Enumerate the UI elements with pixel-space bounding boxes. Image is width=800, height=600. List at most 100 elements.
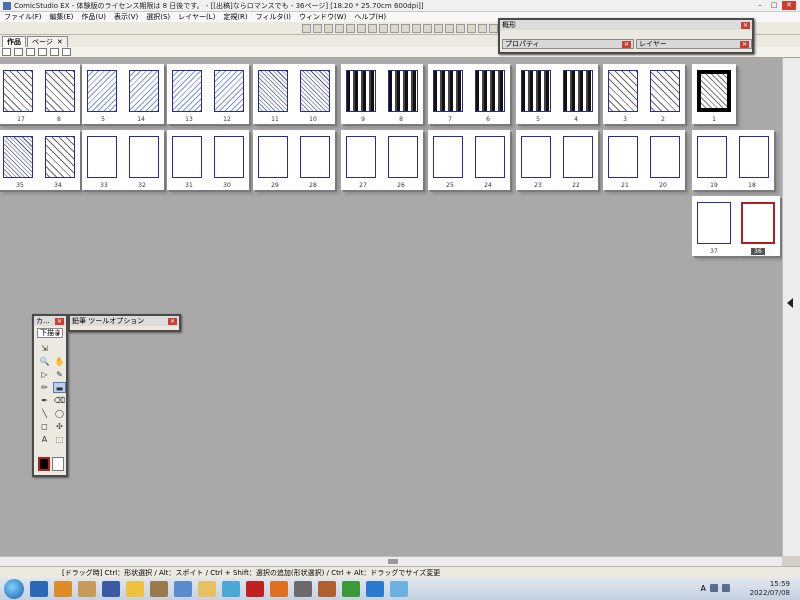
menu-file[interactable]: ファイル(F) (4, 12, 42, 22)
tool-panel-header[interactable]: カ... ✕ (34, 316, 66, 326)
spread-thumbnail[interactable]: 19 18 (692, 130, 774, 190)
menu-edit[interactable]: 編集(E) (50, 12, 74, 22)
vertical-scrollbar[interactable] (782, 58, 800, 556)
taskbar-app-icon[interactable] (78, 581, 96, 597)
navigator-header[interactable]: 概形 ✕ (500, 20, 752, 30)
spread-thumbnail[interactable]: 17 8 (0, 64, 80, 124)
foreground-color-swatch[interactable] (38, 457, 50, 471)
spread-thumbnail[interactable]: 11 10 (253, 64, 335, 124)
line-icon[interactable]: ╲ (38, 408, 51, 419)
menu-help[interactable]: ヘルプ(H) (354, 12, 386, 22)
pencil-icon[interactable]: ✏ (38, 382, 51, 393)
menu-window[interactable]: ウィンドウ(W) (299, 12, 346, 22)
page-canvas[interactable]: 17 8 5 14 13 12 11 10 98 76 54 32 1 35 3… (0, 58, 782, 556)
close-icon[interactable]: ✕ (168, 317, 177, 325)
text-icon[interactable]: A (38, 434, 51, 445)
taskbar-app-icon[interactable] (246, 581, 264, 597)
single-page-thumbnail-selected[interactable]: 36 (736, 196, 780, 256)
spread-thumbnail[interactable]: 25 24 (428, 130, 510, 190)
single-page-thumbnail[interactable]: 37 (692, 196, 736, 256)
redo-icon[interactable] (357, 24, 366, 33)
page-icon[interactable] (445, 24, 454, 33)
spread-thumbnail[interactable]: 29 28 (253, 130, 335, 190)
close-icon[interactable]: ✕ (57, 37, 63, 47)
taskbar-app-icon[interactable] (150, 581, 168, 597)
select-icon[interactable]: ▷ (38, 369, 51, 380)
clock[interactable]: 15:59 2022/07/08 (750, 580, 790, 598)
taskbar-app-icon[interactable] (126, 581, 144, 597)
start-button[interactable] (4, 579, 24, 599)
scroll-thumb[interactable] (388, 559, 398, 564)
copy-icon[interactable] (379, 24, 388, 33)
hand-icon[interactable]: ✋ (53, 356, 66, 367)
spread-thumbnail[interactable]: 23 22 (516, 130, 598, 190)
background-color-swatch[interactable] (52, 457, 64, 471)
move-icon[interactable]: ⇲ (38, 343, 51, 354)
zoom-out-icon[interactable] (412, 24, 421, 33)
pen-icon[interactable]: ✎ (53, 369, 66, 380)
zoom-in-icon[interactable] (401, 24, 410, 33)
paste-icon[interactable] (390, 24, 399, 33)
eraser-icon[interactable]: ⌫ (53, 395, 66, 406)
tool-set-dropdown[interactable]: 下描き (37, 328, 63, 338)
page-order-icon[interactable] (26, 48, 35, 56)
save-icon[interactable] (324, 24, 333, 33)
taskbar-app-icon[interactable] (318, 581, 336, 597)
tab-page[interactable]: ページ ✕ (27, 36, 68, 47)
spread-thumbnail[interactable]: 21 20 (603, 130, 685, 190)
marker-icon[interactable]: ▬ (53, 382, 66, 393)
spread-icon[interactable] (456, 24, 465, 33)
spread-thumbnail[interactable]: 13 12 (167, 64, 249, 124)
taskbar-app-icon[interactable] (342, 581, 360, 597)
spread-thumbnail[interactable]: 98 (341, 64, 423, 124)
spread-thumbnail[interactable]: 33 32 (82, 130, 164, 190)
undo-icon[interactable] (346, 24, 355, 33)
taskbar-app-icon[interactable] (222, 581, 240, 597)
new-icon[interactable] (302, 24, 311, 33)
language-indicator[interactable]: A (701, 584, 706, 593)
collapse-arrow-icon[interactable] (787, 298, 793, 308)
single-page-thumbnail[interactable]: 1 (692, 64, 736, 124)
taskbar-app-icon[interactable] (390, 581, 408, 597)
spread-thumbnail[interactable]: 35 34 (0, 130, 80, 190)
open-icon[interactable] (313, 24, 322, 33)
spread-thumbnail[interactable]: 27 26 (341, 130, 423, 190)
settings-icon[interactable] (62, 48, 71, 56)
menu-view[interactable]: 表示(V) (114, 12, 138, 22)
taskbar-app-icon[interactable] (30, 581, 48, 597)
close-button[interactable]: ✕ (782, 1, 796, 10)
maximize-button[interactable]: □ (768, 1, 780, 10)
delete-page-icon[interactable] (14, 48, 23, 56)
grid-icon[interactable] (478, 24, 487, 33)
print-icon[interactable] (335, 24, 344, 33)
menu-layer[interactable]: レイヤー(L) (178, 12, 215, 22)
volume-icon[interactable] (722, 584, 730, 592)
tool-option-header[interactable]: 鉛筆 ツールオプション ✕ (70, 316, 179, 326)
close-icon[interactable]: ✕ (741, 21, 750, 29)
new-page-icon[interactable] (2, 48, 11, 56)
cut-icon[interactable] (368, 24, 377, 33)
spread-thumbnail[interactable]: 5 14 (82, 64, 164, 124)
minimize-button[interactable]: – (754, 1, 766, 10)
taskbar-app-icon[interactable] (198, 581, 216, 597)
network-icon[interactable] (710, 584, 718, 592)
lasso-icon[interactable]: ◯ (53, 408, 66, 419)
layer-tab[interactable]: レイヤー ✕ (636, 39, 752, 49)
menu-story[interactable]: 作品(U) (81, 12, 106, 22)
spread-thumbnail[interactable]: 31 30 (167, 130, 249, 190)
taskbar-app-icon[interactable] (270, 581, 288, 597)
layout-icon[interactable] (467, 24, 476, 33)
export-icon[interactable] (38, 48, 47, 56)
view-icon[interactable] (50, 48, 59, 56)
hand-icon[interactable] (423, 24, 432, 33)
spread-thumbnail[interactable]: 76 (428, 64, 510, 124)
menu-filter[interactable]: フィルタ(I) (256, 12, 291, 22)
rectangle-icon[interactable]: ◻ (38, 421, 51, 432)
horizontal-scrollbar[interactable] (0, 556, 782, 566)
menu-select[interactable]: 選択(S) (146, 12, 170, 22)
taskbar-app-icon[interactable] (294, 581, 312, 597)
menu-ruler[interactable]: 定規(R) (223, 12, 247, 22)
spread-thumbnail[interactable]: 32 (603, 64, 685, 124)
frame-icon[interactable]: ⬚ (53, 434, 66, 445)
close-icon[interactable]: ✕ (622, 40, 631, 48)
